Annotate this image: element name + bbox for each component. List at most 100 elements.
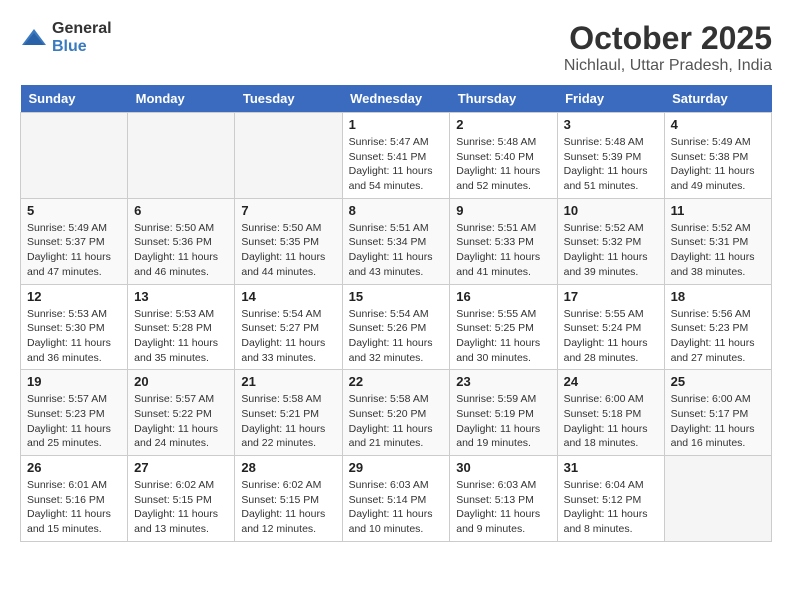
calendar-cell: 30 Sunrise: 6:03 AMSunset: 5:13 PMDayligh…: [450, 456, 557, 542]
calendar-cell: 5 Sunrise: 5:49 AMSunset: 5:37 PMDaylight…: [21, 198, 128, 284]
calendar-subtitle: Nichlaul, Uttar Pradesh, India: [564, 57, 772, 75]
calendar-cell: 3 Sunrise: 5:48 AMSunset: 5:39 PMDaylight…: [557, 113, 664, 199]
day-number: 3: [564, 117, 658, 132]
calendar-cell: 21Sunrise: 5:58 AMSunset: 5:21 PMDayligh…: [235, 370, 342, 456]
day-number: 29: [349, 460, 444, 475]
day-number: 31: [564, 460, 658, 475]
day-info: Sunrise: 5:51 AMSunset: 5:33 PMDaylight:…: [456, 221, 550, 280]
calendar-cell: 15 Sunrise: 5:54 AMSunset: 5:26 PMDayligh…: [342, 284, 450, 370]
header-thursday: Thursday: [450, 85, 557, 113]
calendar-cell: 4Sunrise: 5:49 AMSunset: 5:38 PMDaylight…: [664, 113, 771, 199]
header-sunday: Sunday: [21, 85, 128, 113]
calendar-cell: 24 Sunrise: 6:00 AMSunset: 5:18 PMDayligh…: [557, 370, 664, 456]
logo-icon: [20, 27, 48, 49]
day-number: 20: [134, 374, 228, 389]
calendar-cell: 28 Sunrise: 6:02 AMSunset: 5:15 PMDayligh…: [235, 456, 342, 542]
day-number: 30: [456, 460, 550, 475]
day-info: Sunrise: 5:57 AMSunset: 5:23 PMDaylight:…: [27, 392, 121, 451]
day-info: Sunrise: 5:58 AMSunset: 5:20 PMDaylight:…: [349, 392, 444, 451]
calendar-cell: 9 Sunrise: 5:51 AMSunset: 5:33 PMDaylight…: [450, 198, 557, 284]
day-number: 5: [27, 203, 121, 218]
day-info: Sunrise: 6:03 AMSunset: 5:14 PMDaylight:…: [349, 478, 444, 537]
calendar-cell: [21, 113, 128, 199]
calendar-cell: 12 Sunrise: 5:53 AMSunset: 5:30 PMDayligh…: [21, 284, 128, 370]
day-info: Sunrise: 5:49 AMSunset: 5:37 PMDaylight:…: [27, 221, 121, 280]
day-number: 13: [134, 289, 228, 304]
day-number: 9: [456, 203, 550, 218]
calendar-cell: 31 Sunrise: 6:04 AMSunset: 5:12 PMDayligh…: [557, 456, 664, 542]
day-info: Sunrise: 5:47 AMSunset: 5:41 PMDaylight:…: [349, 135, 444, 194]
day-number: 19: [27, 374, 121, 389]
day-number: 4: [671, 117, 765, 132]
day-info: Sunrise: 6:04 AMSunset: 5:12 PMDaylight:…: [564, 478, 658, 537]
calendar-cell: 13 Sunrise: 5:53 AMSunset: 5:28 PMDayligh…: [128, 284, 235, 370]
header-friday: Friday: [557, 85, 664, 113]
calendar-week-1: 1Sunrise: 5:47 AMSunset: 5:41 PMDaylight…: [21, 113, 772, 199]
day-number: 15: [349, 289, 444, 304]
day-info: Sunrise: 5:48 AMSunset: 5:40 PMDaylight:…: [456, 135, 550, 194]
calendar-cell: 6Sunrise: 5:50 AMSunset: 5:36 PMDaylight…: [128, 198, 235, 284]
calendar-week-4: 19 Sunrise: 5:57 AMSunset: 5:23 PMDayligh…: [21, 370, 772, 456]
day-info: Sunrise: 6:03 AMSunset: 5:13 PMDaylight:…: [456, 478, 550, 537]
logo: General Blue: [20, 20, 112, 56]
day-number: 18: [671, 289, 765, 304]
day-info: Sunrise: 5:52 AMSunset: 5:31 PMDaylight:…: [671, 221, 765, 280]
logo-text-general: General: [52, 20, 112, 37]
calendar-cell: 7 Sunrise: 5:50 AMSunset: 5:35 PMDaylight…: [235, 198, 342, 284]
day-number: 8: [349, 203, 444, 218]
day-number: 11: [671, 203, 765, 218]
day-number: 24: [564, 374, 658, 389]
day-info: Sunrise: 5:53 AMSunset: 5:30 PMDaylight:…: [27, 307, 121, 366]
calendar-cell: 1Sunrise: 5:47 AMSunset: 5:41 PMDaylight…: [342, 113, 450, 199]
day-number: 28: [241, 460, 335, 475]
calendar-table: Sunday Monday Tuesday Wednesday Thursday…: [20, 85, 772, 542]
day-info: Sunrise: 5:58 AMSunset: 5:21 PMDaylight:…: [241, 392, 335, 451]
day-info: Sunrise: 5:57 AMSunset: 5:22 PMDaylight:…: [134, 392, 228, 451]
logo-text-blue: Blue: [52, 38, 87, 55]
day-info: Sunrise: 6:00 AMSunset: 5:17 PMDaylight:…: [671, 392, 765, 451]
day-number: 12: [27, 289, 121, 304]
day-info: Sunrise: 6:02 AMSunset: 5:15 PMDaylight:…: [134, 478, 228, 537]
calendar-cell: 2 Sunrise: 5:48 AMSunset: 5:40 PMDaylight…: [450, 113, 557, 199]
calendar-cell: [664, 456, 771, 542]
header-row: Sunday Monday Tuesday Wednesday Thursday…: [21, 85, 772, 113]
day-info: Sunrise: 6:02 AMSunset: 5:15 PMDaylight:…: [241, 478, 335, 537]
day-number: 6: [134, 203, 228, 218]
header-wednesday: Wednesday: [342, 85, 450, 113]
calendar-week-5: 26 Sunrise: 6:01 AMSunset: 5:16 PMDayligh…: [21, 456, 772, 542]
calendar-cell: 26 Sunrise: 6:01 AMSunset: 5:16 PMDayligh…: [21, 456, 128, 542]
header-tuesday: Tuesday: [235, 85, 342, 113]
calendar-cell: 22 Sunrise: 5:58 AMSunset: 5:20 PMDayligh…: [342, 370, 450, 456]
day-number: 26: [27, 460, 121, 475]
day-info: Sunrise: 5:54 AMSunset: 5:27 PMDaylight:…: [241, 307, 335, 366]
day-number: 7: [241, 203, 335, 218]
day-number: 23: [456, 374, 550, 389]
day-number: 17: [564, 289, 658, 304]
calendar-cell: 25 Sunrise: 6:00 AMSunset: 5:17 PMDayligh…: [664, 370, 771, 456]
calendar-cell: 8Sunrise: 5:51 AMSunset: 5:34 PMDaylight…: [342, 198, 450, 284]
header-monday: Monday: [128, 85, 235, 113]
day-info: Sunrise: 6:01 AMSunset: 5:16 PMDaylight:…: [27, 478, 121, 537]
day-number: 22: [349, 374, 444, 389]
calendar-week-3: 12 Sunrise: 5:53 AMSunset: 5:30 PMDayligh…: [21, 284, 772, 370]
day-info: Sunrise: 5:55 AMSunset: 5:24 PMDaylight:…: [564, 307, 658, 366]
day-info: Sunrise: 5:50 AMSunset: 5:35 PMDaylight:…: [241, 221, 335, 280]
day-number: 2: [456, 117, 550, 132]
calendar-cell: 16Sunrise: 5:55 AMSunset: 5:25 PMDayligh…: [450, 284, 557, 370]
day-info: Sunrise: 5:54 AMSunset: 5:26 PMDaylight:…: [349, 307, 444, 366]
calendar-cell: 18Sunrise: 5:56 AMSunset: 5:23 PMDayligh…: [664, 284, 771, 370]
calendar-cell: 20 Sunrise: 5:57 AMSunset: 5:22 PMDayligh…: [128, 370, 235, 456]
day-info: Sunrise: 5:52 AMSunset: 5:32 PMDaylight:…: [564, 221, 658, 280]
day-number: 25: [671, 374, 765, 389]
day-number: 16: [456, 289, 550, 304]
day-info: Sunrise: 5:48 AMSunset: 5:39 PMDaylight:…: [564, 135, 658, 194]
day-info: Sunrise: 5:59 AMSunset: 5:19 PMDaylight:…: [456, 392, 550, 451]
calendar-cell: 23 Sunrise: 5:59 AMSunset: 5:19 PMDayligh…: [450, 370, 557, 456]
day-info: Sunrise: 6:00 AMSunset: 5:18 PMDaylight:…: [564, 392, 658, 451]
calendar-cell: 14Sunrise: 5:54 AMSunset: 5:27 PMDayligh…: [235, 284, 342, 370]
day-info: Sunrise: 5:53 AMSunset: 5:28 PMDaylight:…: [134, 307, 228, 366]
calendar-title: October 2025: [564, 20, 772, 57]
title-section: October 2025 Nichlaul, Uttar Pradesh, In…: [564, 20, 772, 75]
calendar-cell: [128, 113, 235, 199]
calendar-week-2: 5 Sunrise: 5:49 AMSunset: 5:37 PMDaylight…: [21, 198, 772, 284]
